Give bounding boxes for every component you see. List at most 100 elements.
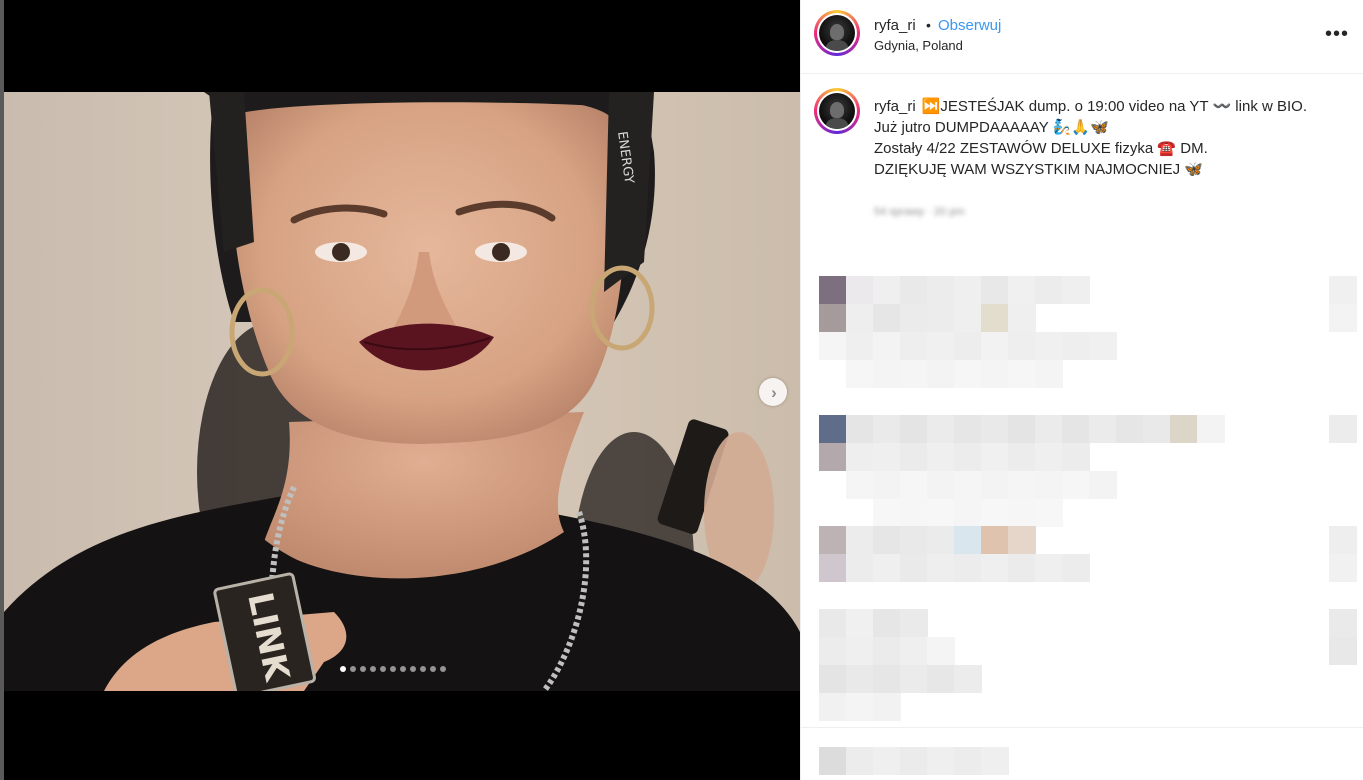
caption-line-4: DZIĘKUJĘ WAM WSZYSTKIM NAJMOCNIEJ 🦋 (874, 161, 1203, 178)
blurred-comment-pixel (1035, 415, 1063, 443)
blurred-comment-pixel (981, 415, 1009, 443)
carousel-dot (360, 666, 366, 672)
blurred-like-pixel (1329, 304, 1357, 332)
blurred-comment-pixel (819, 554, 847, 582)
blurred-comment-pixel (1008, 443, 1036, 471)
carousel-dot (400, 666, 406, 672)
blurred-comment-pixel (900, 665, 928, 693)
blurred-comment-pixel (1116, 415, 1144, 443)
blurred-comment-pixel (873, 499, 901, 527)
blurred-comment-pixel (846, 471, 874, 499)
blurred-comment-pixel (819, 693, 847, 721)
post-location[interactable]: Gdynia, Poland (874, 38, 963, 53)
caption-author-avatar[interactable] (814, 88, 860, 134)
author-avatar[interactable] (814, 10, 860, 56)
blurred-comment-pixel (981, 276, 1009, 304)
blurred-comment-pixel (1035, 443, 1063, 471)
blurred-comment-pixel (927, 304, 955, 332)
blurred-comment-pixel (927, 637, 955, 665)
blurred-comment-pixel (954, 304, 982, 332)
blurred-comment-pixel (981, 443, 1009, 471)
carousel-dot (380, 666, 386, 672)
blurred-comment-pixel (900, 471, 928, 499)
blurred-comment-pixel (1008, 360, 1036, 388)
blurred-comment-pixel (954, 747, 982, 775)
blurred-comment-pixel (900, 637, 928, 665)
blurred-like-pixel (1329, 276, 1357, 304)
blurred-like-pixel (1329, 609, 1357, 637)
blurred-comment-pixel (819, 276, 847, 304)
blurred-comment-pixel (900, 332, 928, 360)
blurred-comment-pixel (819, 665, 847, 693)
carousel-dot (340, 666, 346, 672)
more-options-icon[interactable]: ••• (1325, 24, 1349, 44)
blurred-comment-pixel (1062, 415, 1090, 443)
carousel-dot (350, 666, 356, 672)
avatar-image (819, 15, 855, 51)
blurred-comment-pixel (873, 304, 901, 332)
author-username[interactable]: ryfa_ri (874, 17, 916, 34)
blurred-comment-pixel (846, 747, 874, 775)
carousel-dot (370, 666, 376, 672)
blurred-comment-pixel (927, 332, 955, 360)
blurred-comment-pixel (1062, 332, 1090, 360)
caption-username[interactable]: ryfa_ri (874, 98, 916, 115)
blurred-comment-pixel (1035, 499, 1063, 527)
blurred-comment-pixel (1008, 554, 1036, 582)
blurred-comment-pixel (846, 693, 874, 721)
blurred-comment-pixel (819, 415, 847, 443)
blurred-comment-pixel (954, 360, 982, 388)
blurred-comment-pixel (846, 554, 874, 582)
blurred-comment-pixel (846, 665, 874, 693)
blurred-comment-pixel (981, 499, 1009, 527)
blurred-comment-pixel (954, 665, 982, 693)
blurred-like-pixel (1329, 554, 1357, 582)
post-photo[interactable]: ENERGY LINK (4, 92, 800, 691)
blurred-comment-pixel (1008, 526, 1036, 554)
blurred-comment-pixel (981, 747, 1009, 775)
blurred-comment-pixel (981, 332, 1009, 360)
post-timestamp: 54 sprawy · 20 pm (874, 206, 965, 218)
blurred-comment-pixel (846, 304, 874, 332)
carousel-dot (420, 666, 426, 672)
blurred-comment-pixel (873, 526, 901, 554)
blurred-comment-pixel (927, 360, 955, 388)
blurred-comment-pixel (873, 609, 901, 637)
blurred-comment-pixel (846, 276, 874, 304)
blurred-comment-pixel (1062, 554, 1090, 582)
blurred-comment-pixel (1035, 276, 1063, 304)
avatar-image (819, 93, 855, 129)
blurred-comment-pixel (873, 443, 901, 471)
carousel-next-button[interactable]: › (759, 378, 787, 406)
blurred-like-pixel (1329, 637, 1357, 665)
blurred-comment-pixel (927, 471, 955, 499)
blurred-comment-pixel (900, 499, 928, 527)
blurred-comment-pixel (900, 415, 928, 443)
blurred-comment-pixel (1197, 415, 1225, 443)
blurred-like-pixel (1329, 526, 1357, 554)
blurred-comment-pixel (900, 526, 928, 554)
caption-line-3: Zostały 4/22 ZESTAWÓW DELUXE fizyka ☎️ D… (874, 140, 1208, 157)
blurred-comment-pixel (927, 499, 955, 527)
blurred-comment-pixel (981, 526, 1009, 554)
blurred-comment-pixel (900, 554, 928, 582)
blurred-comment-pixel (927, 443, 955, 471)
blurred-comment-pixel (954, 276, 982, 304)
blurred-like-pixel (1329, 415, 1357, 443)
carousel-dot (440, 666, 446, 672)
blurred-comment-pixel (927, 665, 955, 693)
blurred-comment-pixel (927, 526, 955, 554)
blurred-comment-pixel (1035, 332, 1063, 360)
blurred-comment-pixel (954, 554, 982, 582)
blurred-comment-pixel (819, 747, 847, 775)
blurred-comment-pixel (981, 554, 1009, 582)
blurred-comment-pixel (846, 360, 874, 388)
post-details-panel: ryfa_ri • Obserwuj Gdynia, Poland ••• ry… (800, 0, 1363, 780)
blurred-comment-pixel (846, 609, 874, 637)
carousel-indicator (340, 666, 446, 672)
blurred-comment-pixel (819, 637, 847, 665)
blurred-comment-pixel (1089, 332, 1117, 360)
follow-button[interactable]: Obserwuj (938, 17, 1001, 34)
blurred-comment-pixel (900, 609, 928, 637)
post-media: ENERGY LINK › (0, 0, 800, 780)
